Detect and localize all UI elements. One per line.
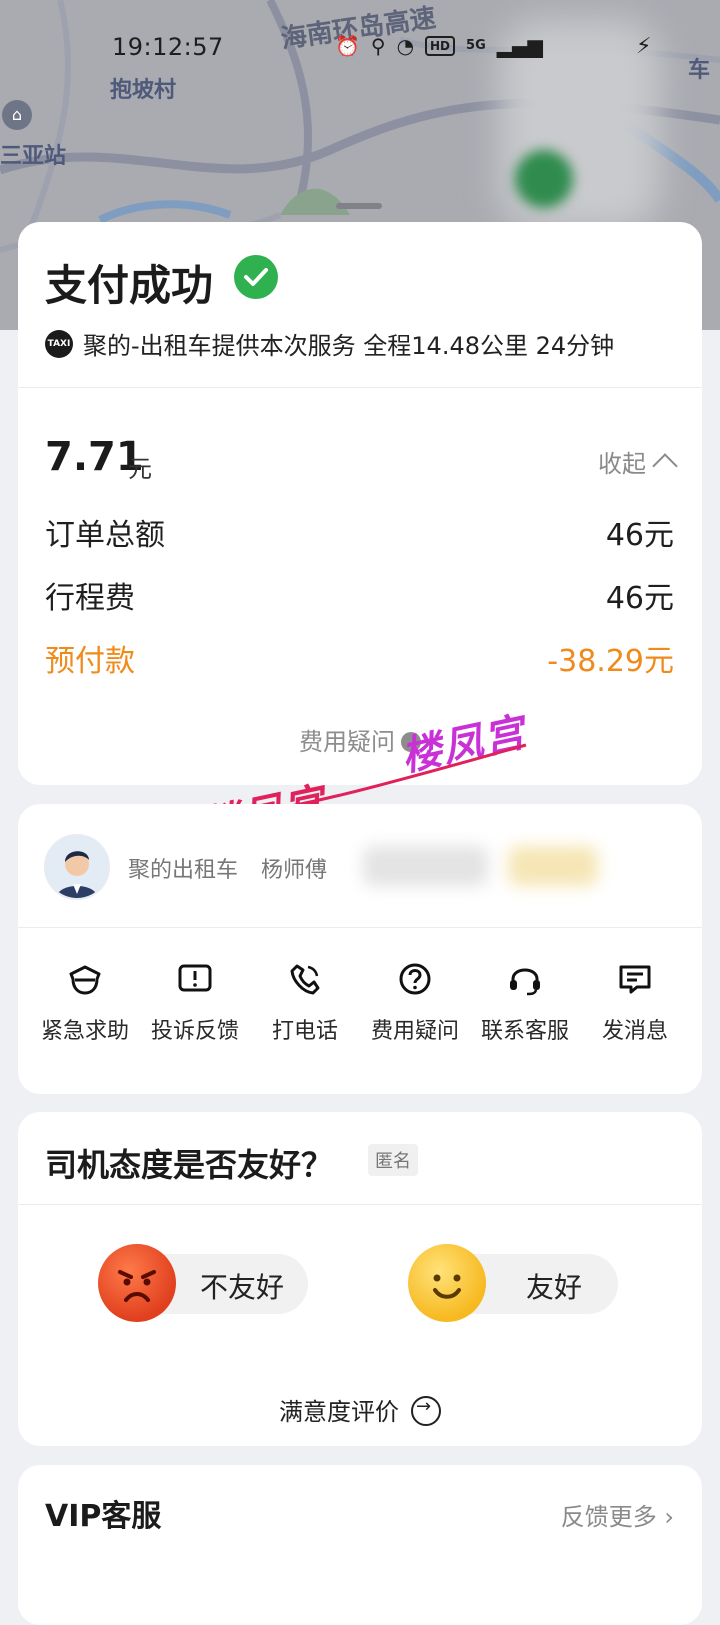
vip-title: VIP客服	[45, 1499, 162, 1534]
action-label: 发消息	[601, 1019, 668, 1044]
message-icon	[619, 965, 651, 994]
driver-avatar[interactable]	[44, 834, 110, 900]
rating-question: 司机态度是否友好？	[45, 1146, 334, 1184]
unfriendly-button[interactable]: 不友好	[98, 1244, 308, 1322]
wifi-icon: ◔	[396, 34, 415, 58]
station-icon: ⌂	[2, 100, 32, 130]
action-label: 投诉反馈	[150, 1019, 239, 1044]
chevron-up-icon	[652, 452, 678, 479]
payment-card: 支付成功 TAXI 聚的-出租车提供本次服务 全程14.48公里 24分钟 7.…	[18, 222, 702, 785]
fee-row-trip: 行程费 46元	[45, 573, 674, 617]
hd-icon: HD	[425, 36, 456, 56]
divider	[18, 927, 702, 928]
map-label-station: 三亚站	[0, 144, 67, 169]
phone-icon	[290, 964, 320, 995]
driver-company: 聚的出租车	[128, 858, 239, 883]
signal-bars-icon: ▂▄▆	[496, 34, 543, 58]
sheet-drag-handle[interactable]	[336, 203, 382, 209]
alarm-icon: ⏰	[335, 34, 360, 58]
payment-status-title: 支付成功	[45, 261, 214, 310]
vip-more-label: 反馈更多	[560, 1503, 657, 1531]
police-icon	[69, 965, 101, 995]
angry-face-icon	[98, 1244, 176, 1322]
service-description: 聚的-出租车提供本次服务 全程14.48公里 24分钟	[83, 332, 615, 360]
success-check-icon	[234, 255, 278, 299]
chevron-right-icon: ›	[656, 1503, 674, 1531]
satisfaction-link[interactable]: 满意度评价	[18, 1392, 702, 1427]
fee-label: 行程费	[45, 581, 135, 616]
driver-name: 杨师傅	[261, 858, 328, 883]
divider	[18, 1204, 702, 1205]
driver-actions: 紧急求助 投诉反馈 打电话 费用疑问 联系客服 发消息	[18, 959, 702, 1045]
satisfaction-label: 满意度评价	[279, 1398, 399, 1426]
vip-card: VIP客服 反馈更多 ›	[18, 1465, 702, 1625]
fee-row-prepaid: 预付款 -38.29元	[45, 636, 674, 680]
question-icon	[399, 963, 431, 995]
action-customer-service[interactable]: 联系客服	[475, 959, 575, 1045]
anonymous-badge: 匿名	[368, 1144, 418, 1176]
unfriendly-label: 不友好	[200, 1271, 285, 1304]
action-call[interactable]: 打电话	[255, 959, 355, 1045]
smile-face-icon	[408, 1244, 486, 1322]
friendly-label: 友好	[526, 1271, 583, 1304]
action-fee-question[interactable]: 费用疑问	[365, 959, 465, 1045]
vip-more-link[interactable]: 反馈更多 ›	[561, 1497, 674, 1532]
fee-value: -38.29元	[547, 644, 674, 679]
driver-info: 聚的出租车 杨师傅	[128, 852, 343, 884]
location-icon: ⚲	[370, 34, 386, 58]
action-complaint[interactable]: 投诉反馈	[145, 959, 245, 1045]
charging-icon: ⚡	[636, 34, 652, 59]
collapse-label: 收起	[598, 450, 646, 478]
service-info: TAXI 聚的-出租车提供本次服务 全程14.48公里 24分钟	[45, 326, 614, 361]
status-bar: 19:12:57 ⏰ ⚲ ◔ HD 5G ▂▄▆ ⚡	[0, 0, 720, 90]
fee-label: 预付款	[45, 644, 135, 679]
fee-label: 订单总额	[45, 518, 165, 553]
rating-card: 司机态度是否友好？ 匿名 不友好 友好 满意度评价	[18, 1112, 702, 1446]
arrow-right-circle-icon	[411, 1396, 441, 1426]
complaint-icon	[178, 964, 212, 992]
fee-row-total: 订单总额 46元	[45, 510, 674, 554]
blurred-tag	[508, 846, 598, 886]
action-label: 联系客服	[480, 1019, 569, 1044]
action-label: 费用疑问	[370, 1019, 459, 1044]
divider	[18, 387, 702, 388]
collapse-button[interactable]: 收起	[598, 444, 678, 479]
fee-value: 46元	[605, 581, 674, 616]
driver-card: 聚的出租车 杨师傅 紧急求助 投诉反馈 打电话 费用疑问 联系客服 发消息	[18, 804, 702, 1094]
paid-amount-unit: 元	[128, 455, 152, 483]
action-label: 打电话	[271, 1019, 338, 1044]
action-emergency[interactable]: 紧急求助	[35, 959, 135, 1045]
friendly-button[interactable]: 友好	[408, 1244, 618, 1322]
fee-value: 46元	[605, 518, 674, 553]
headset-icon	[510, 968, 540, 996]
blurred-plate	[363, 846, 488, 886]
action-message[interactable]: 发消息	[585, 959, 685, 1045]
action-label: 紧急求助	[40, 1019, 129, 1044]
signal-5g-icon: 5G	[466, 38, 486, 53]
taxi-icon: TAXI	[45, 329, 73, 358]
status-icons: ⏰ ⚲ ◔ HD 5G ▂▄▆	[335, 34, 543, 58]
status-time: 19:12:57	[112, 33, 224, 61]
car-location-marker	[515, 150, 573, 208]
